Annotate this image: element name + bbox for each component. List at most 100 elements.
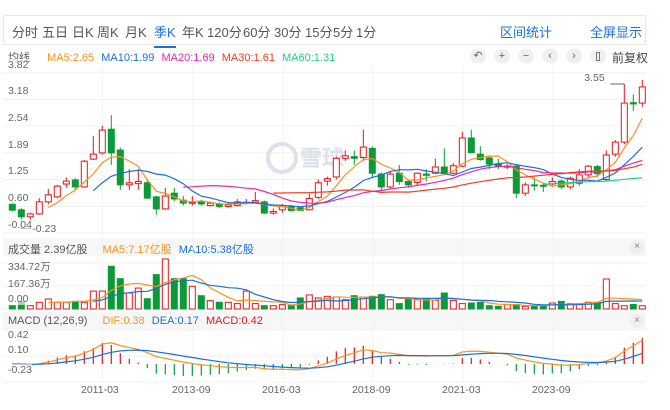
volume-bar bbox=[53, 301, 61, 310]
volume-bar bbox=[440, 292, 448, 310]
volume-bar bbox=[431, 299, 439, 310]
date-label: 2018-09 bbox=[352, 384, 391, 396]
volume-tick-label: 0.00 bbox=[8, 293, 29, 305]
volume-bar bbox=[521, 305, 529, 310]
volume-bar bbox=[179, 278, 187, 310]
volume-bar bbox=[224, 301, 232, 310]
candle-up bbox=[620, 102, 628, 143]
macd-tick-label: -0.23 bbox=[8, 364, 32, 376]
candle-up bbox=[224, 204, 232, 207]
max-price-label: 3.55 bbox=[584, 72, 605, 84]
candle-down bbox=[485, 157, 493, 165]
candle-up bbox=[638, 86, 646, 104]
volume-bar bbox=[251, 303, 259, 310]
candle-up bbox=[332, 157, 340, 178]
candle-up bbox=[161, 195, 169, 210]
candle-down bbox=[107, 128, 115, 154]
volume-bar bbox=[449, 299, 457, 310]
candle-up bbox=[314, 182, 322, 198]
candle-up bbox=[458, 137, 466, 167]
candle-up bbox=[341, 155, 349, 159]
volume-bar bbox=[611, 303, 619, 310]
volume-bar bbox=[548, 302, 556, 310]
candle-down bbox=[8, 203, 16, 211]
candle-up bbox=[521, 184, 529, 194]
volume-bar bbox=[629, 304, 637, 310]
date-label: 2013-09 bbox=[172, 384, 211, 396]
price-tick-label: -0.04 bbox=[8, 219, 32, 231]
candle-up bbox=[80, 160, 88, 188]
volume-bar bbox=[62, 301, 70, 310]
candle-down bbox=[116, 149, 124, 186]
candle-up bbox=[134, 181, 142, 185]
macd-tick-label: 0.10 bbox=[8, 344, 29, 356]
candle-down bbox=[530, 184, 538, 187]
volume-bar bbox=[602, 278, 610, 310]
candle-down bbox=[593, 166, 601, 175]
min-price-label: -0.23 bbox=[32, 222, 57, 235]
kline-chart[interactable]: 雪球 bbox=[0, 0, 670, 410]
volume-bar bbox=[206, 300, 214, 310]
volume-bar bbox=[476, 301, 484, 310]
volume-bar bbox=[467, 302, 475, 310]
candle-up bbox=[35, 201, 43, 215]
candle-up bbox=[269, 210, 277, 214]
volume-bar bbox=[80, 301, 88, 310]
candle-up bbox=[26, 213, 34, 218]
volume-bar bbox=[35, 301, 43, 310]
volume-bar bbox=[197, 295, 205, 310]
candle-up bbox=[44, 194, 52, 203]
volume-bar bbox=[215, 301, 223, 310]
candle-down bbox=[143, 182, 151, 199]
candle-down bbox=[629, 102, 637, 105]
candle-up bbox=[386, 173, 394, 188]
volume-bar bbox=[71, 300, 79, 310]
candle-down bbox=[152, 196, 160, 210]
volume-bar bbox=[485, 305, 493, 310]
volume-bar bbox=[620, 305, 628, 310]
price-tick-label: 3.82 bbox=[8, 58, 29, 71]
volume-bar bbox=[539, 305, 547, 310]
candle-up bbox=[98, 129, 106, 154]
volume-bar bbox=[188, 285, 196, 310]
volume-bar bbox=[494, 305, 502, 310]
candle-down bbox=[467, 137, 475, 153]
volume-bar bbox=[278, 304, 286, 310]
date-label: 2023-09 bbox=[532, 384, 571, 396]
volume-bar bbox=[287, 305, 295, 310]
price-tick-label: 1.25 bbox=[8, 165, 29, 178]
volume-bar bbox=[125, 292, 133, 310]
candle-up bbox=[206, 202, 214, 207]
candle-up bbox=[413, 172, 421, 183]
volume-bar bbox=[233, 303, 241, 310]
price-tick-label: 2.54 bbox=[8, 111, 29, 124]
volume-bar bbox=[386, 299, 394, 310]
candle-down bbox=[440, 166, 448, 174]
volume-bar bbox=[503, 304, 511, 310]
volume-bar bbox=[107, 265, 115, 310]
volume-bar bbox=[26, 305, 34, 310]
volume-bar bbox=[269, 305, 277, 310]
volume-bar bbox=[413, 299, 421, 310]
candle-down bbox=[404, 181, 412, 186]
candle-up bbox=[89, 153, 97, 160]
candle-down bbox=[539, 184, 547, 187]
volume-bar bbox=[530, 305, 538, 310]
volume-bar bbox=[152, 274, 160, 310]
date-label: 2011-03 bbox=[81, 384, 119, 396]
volume-tick-label: 334.72万 bbox=[8, 259, 51, 274]
candle-down bbox=[71, 179, 79, 188]
candle-up bbox=[359, 146, 367, 158]
candle-up bbox=[62, 180, 70, 185]
volume-bar bbox=[638, 305, 646, 310]
macd-tick-label: 0.42 bbox=[8, 329, 29, 341]
volume-bar bbox=[170, 278, 178, 310]
volume-bar bbox=[44, 298, 52, 310]
volume-bar bbox=[8, 305, 16, 310]
candle-up bbox=[611, 141, 619, 155]
volume-bar bbox=[332, 296, 340, 310]
candle-up bbox=[125, 182, 133, 186]
volume-bar bbox=[395, 303, 403, 310]
candle-down bbox=[197, 201, 205, 205]
date-label: 2021-03 bbox=[442, 384, 481, 396]
